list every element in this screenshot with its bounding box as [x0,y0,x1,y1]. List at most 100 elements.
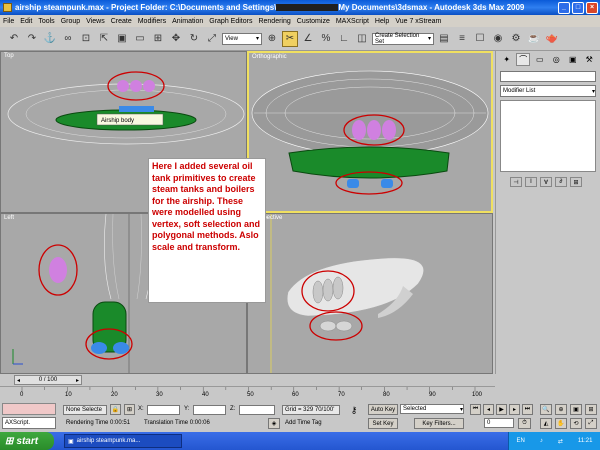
show-end-result-icon[interactable]: I [525,177,537,187]
create-tab-icon[interactable]: ✦ [500,53,513,66]
timeline-ruler[interactable]: 0 10 20 30 40 50 60 70 80 90 100 [0,386,495,400]
time-slider[interactable]: ◂ 0 / 100 ▸ [0,374,495,386]
current-frame-field[interactable]: 0 [484,418,514,428]
menu-animation[interactable]: Animation [172,18,203,25]
menu-rendering[interactable]: Rendering [258,18,290,25]
viewport-label[interactable]: Top [4,53,14,59]
menu-views[interactable]: Views [86,18,105,25]
go-to-start-icon[interactable]: ⏮ [470,404,481,415]
snap-toggle-icon[interactable]: ∠ [300,31,316,47]
modify-tab-icon[interactable]: ⌒ [516,53,531,66]
render-setup-icon[interactable]: ☕ [526,31,542,47]
zoom-icon[interactable]: 🔍 [540,404,552,415]
select-by-name-icon[interactable]: ▣ [114,31,130,47]
pin-stack-icon[interactable]: ⊣ [510,177,522,187]
key-filters-button[interactable]: Key Filters... [414,418,464,429]
taskbar-item-3dsmax[interactable]: ▣ airship steampunk.ma... [64,434,182,448]
menu-create[interactable]: Create [111,18,132,25]
viewport-label[interactable]: Orthographic [252,54,287,60]
remove-modifier-icon[interactable]: ∂ [555,177,567,187]
set-key-button[interactable]: Set Key [368,418,398,429]
absolute-mode-icon[interactable]: ⊞ [124,404,135,415]
align-icon[interactable]: ≡ [454,31,470,47]
named-selection-set[interactable]: Create Selection Set ▾ [372,32,434,45]
mirror-icon[interactable]: ▤ [436,31,452,47]
angle-snap-icon[interactable]: % [318,31,334,47]
next-frame-icon[interactable]: ▸ [509,404,520,415]
orbit-icon[interactable]: ⟲ [570,418,582,429]
menu-tools[interactable]: Tools [38,18,54,25]
reference-coordinate-select[interactable]: View ▾ [222,32,262,45]
move-icon[interactable]: ✥ [168,31,184,47]
play-icon[interactable]: ▶ [496,404,507,415]
rotate-icon[interactable]: ↻ [186,31,202,47]
spinner-snap-icon[interactable]: ◫ [354,31,370,47]
curve-editor-icon[interactable]: ◉ [490,31,506,47]
zoom-all-icon[interactable]: ⊕ [555,404,567,415]
time-config-icon[interactable]: ⏱ [518,418,531,429]
configure-sets-icon[interactable]: ⊞ [570,177,582,187]
key-mode-select[interactable]: Selected ▾ [400,404,464,414]
speaker-icon[interactable]: ♪ [540,438,543,444]
menu-maxscript[interactable]: MAXScript [336,18,369,25]
pan-icon[interactable]: ✋ [555,418,567,429]
modifier-list-select[interactable]: Modifier List ▾ [500,85,596,97]
z-coordinate-field[interactable] [239,405,275,415]
maximize-viewport-icon[interactable]: ⤢ [585,418,597,429]
window-crossing-icon[interactable]: ⊞ [150,31,166,47]
auto-key-button[interactable]: Auto Key [368,404,398,415]
menu-modifiers[interactable]: Modifiers [138,18,166,25]
menu-group[interactable]: Group [61,18,80,25]
percent-snap-icon[interactable]: ∟ [336,31,352,47]
add-time-tag[interactable]: Add Time Tag [285,420,322,426]
go-to-end-icon[interactable]: ⏭ [522,404,533,415]
select-object-icon[interactable]: ⇱ [96,31,112,47]
minimize-button[interactable]: _ [558,1,570,14]
x-coordinate-field[interactable] [147,405,180,415]
pivot-center-icon[interactable]: ⊕ [264,31,280,47]
menu-help[interactable]: Help [375,18,389,25]
scale-icon[interactable]: ⤢ [204,31,220,47]
object-name-field[interactable] [500,71,596,82]
link-icon[interactable]: ⚓ [42,31,58,47]
motion-tab-icon[interactable]: ◎ [550,53,563,66]
undo-icon[interactable]: ↶ [6,31,22,47]
field-of-view-icon[interactable]: ◭ [540,418,552,429]
zoom-extents-all-icon[interactable]: ⊞ [585,404,597,415]
menu-vue-xstream[interactable]: Vue 7 xStream [395,18,441,25]
bind-space-warp-icon[interactable]: ⊡ [78,31,94,47]
zoom-extents-icon[interactable]: ▣ [570,404,582,415]
time-tag-icon[interactable]: ◈ [268,418,280,429]
viewport-front[interactable]: Orthographic [247,51,493,213]
maxscript-listener-pink[interactable] [2,403,56,415]
menu-customize[interactable]: Customize [297,18,330,25]
close-button[interactable]: × [586,1,598,14]
y-coordinate-field[interactable] [193,405,226,415]
menu-edit[interactable]: Edit [20,18,32,25]
rect-selection-icon[interactable]: ▭ [132,31,148,47]
maxscript-mini-listener[interactable]: AXScript. [2,417,56,429]
menu-graph-editors[interactable]: Graph Editors [209,18,252,25]
viewport-label[interactable]: Left [4,215,14,221]
lock-selection-icon[interactable]: 🔒 [110,404,121,415]
redo-icon[interactable]: ↷ [24,31,40,47]
modifier-stack[interactable] [500,100,596,172]
clock[interactable]: 11:21 [578,438,593,444]
network-icon[interactable]: ⇄ [558,438,563,445]
unlink-icon[interactable]: ∞ [60,31,76,47]
render-teapot-icon[interactable]: 🫖 [544,31,560,47]
language-indicator[interactable]: EN [517,438,525,444]
make-unique-icon[interactable]: ∀ [540,177,552,187]
previous-frame-icon[interactable]: ◂ [483,404,494,415]
layer-manager-icon[interactable]: ☐ [472,31,488,47]
select-manipulate-icon[interactable]: ✂ [282,30,298,47]
material-editor-icon[interactable]: ⚙ [508,31,524,47]
maximize-button[interactable]: □ [572,1,584,14]
display-tab-icon[interactable]: ▣ [566,53,579,66]
utilities-tab-icon[interactable]: ⚒ [583,53,596,66]
hierarchy-tab-icon[interactable]: ▭ [533,53,546,66]
time-slider-thumb[interactable]: ◂ 0 / 100 ▸ [14,375,82,385]
viewport-perspective[interactable]: Perspective [247,213,493,374]
menu-file[interactable]: File [3,18,14,25]
start-button[interactable]: ⊞ start [0,432,54,450]
